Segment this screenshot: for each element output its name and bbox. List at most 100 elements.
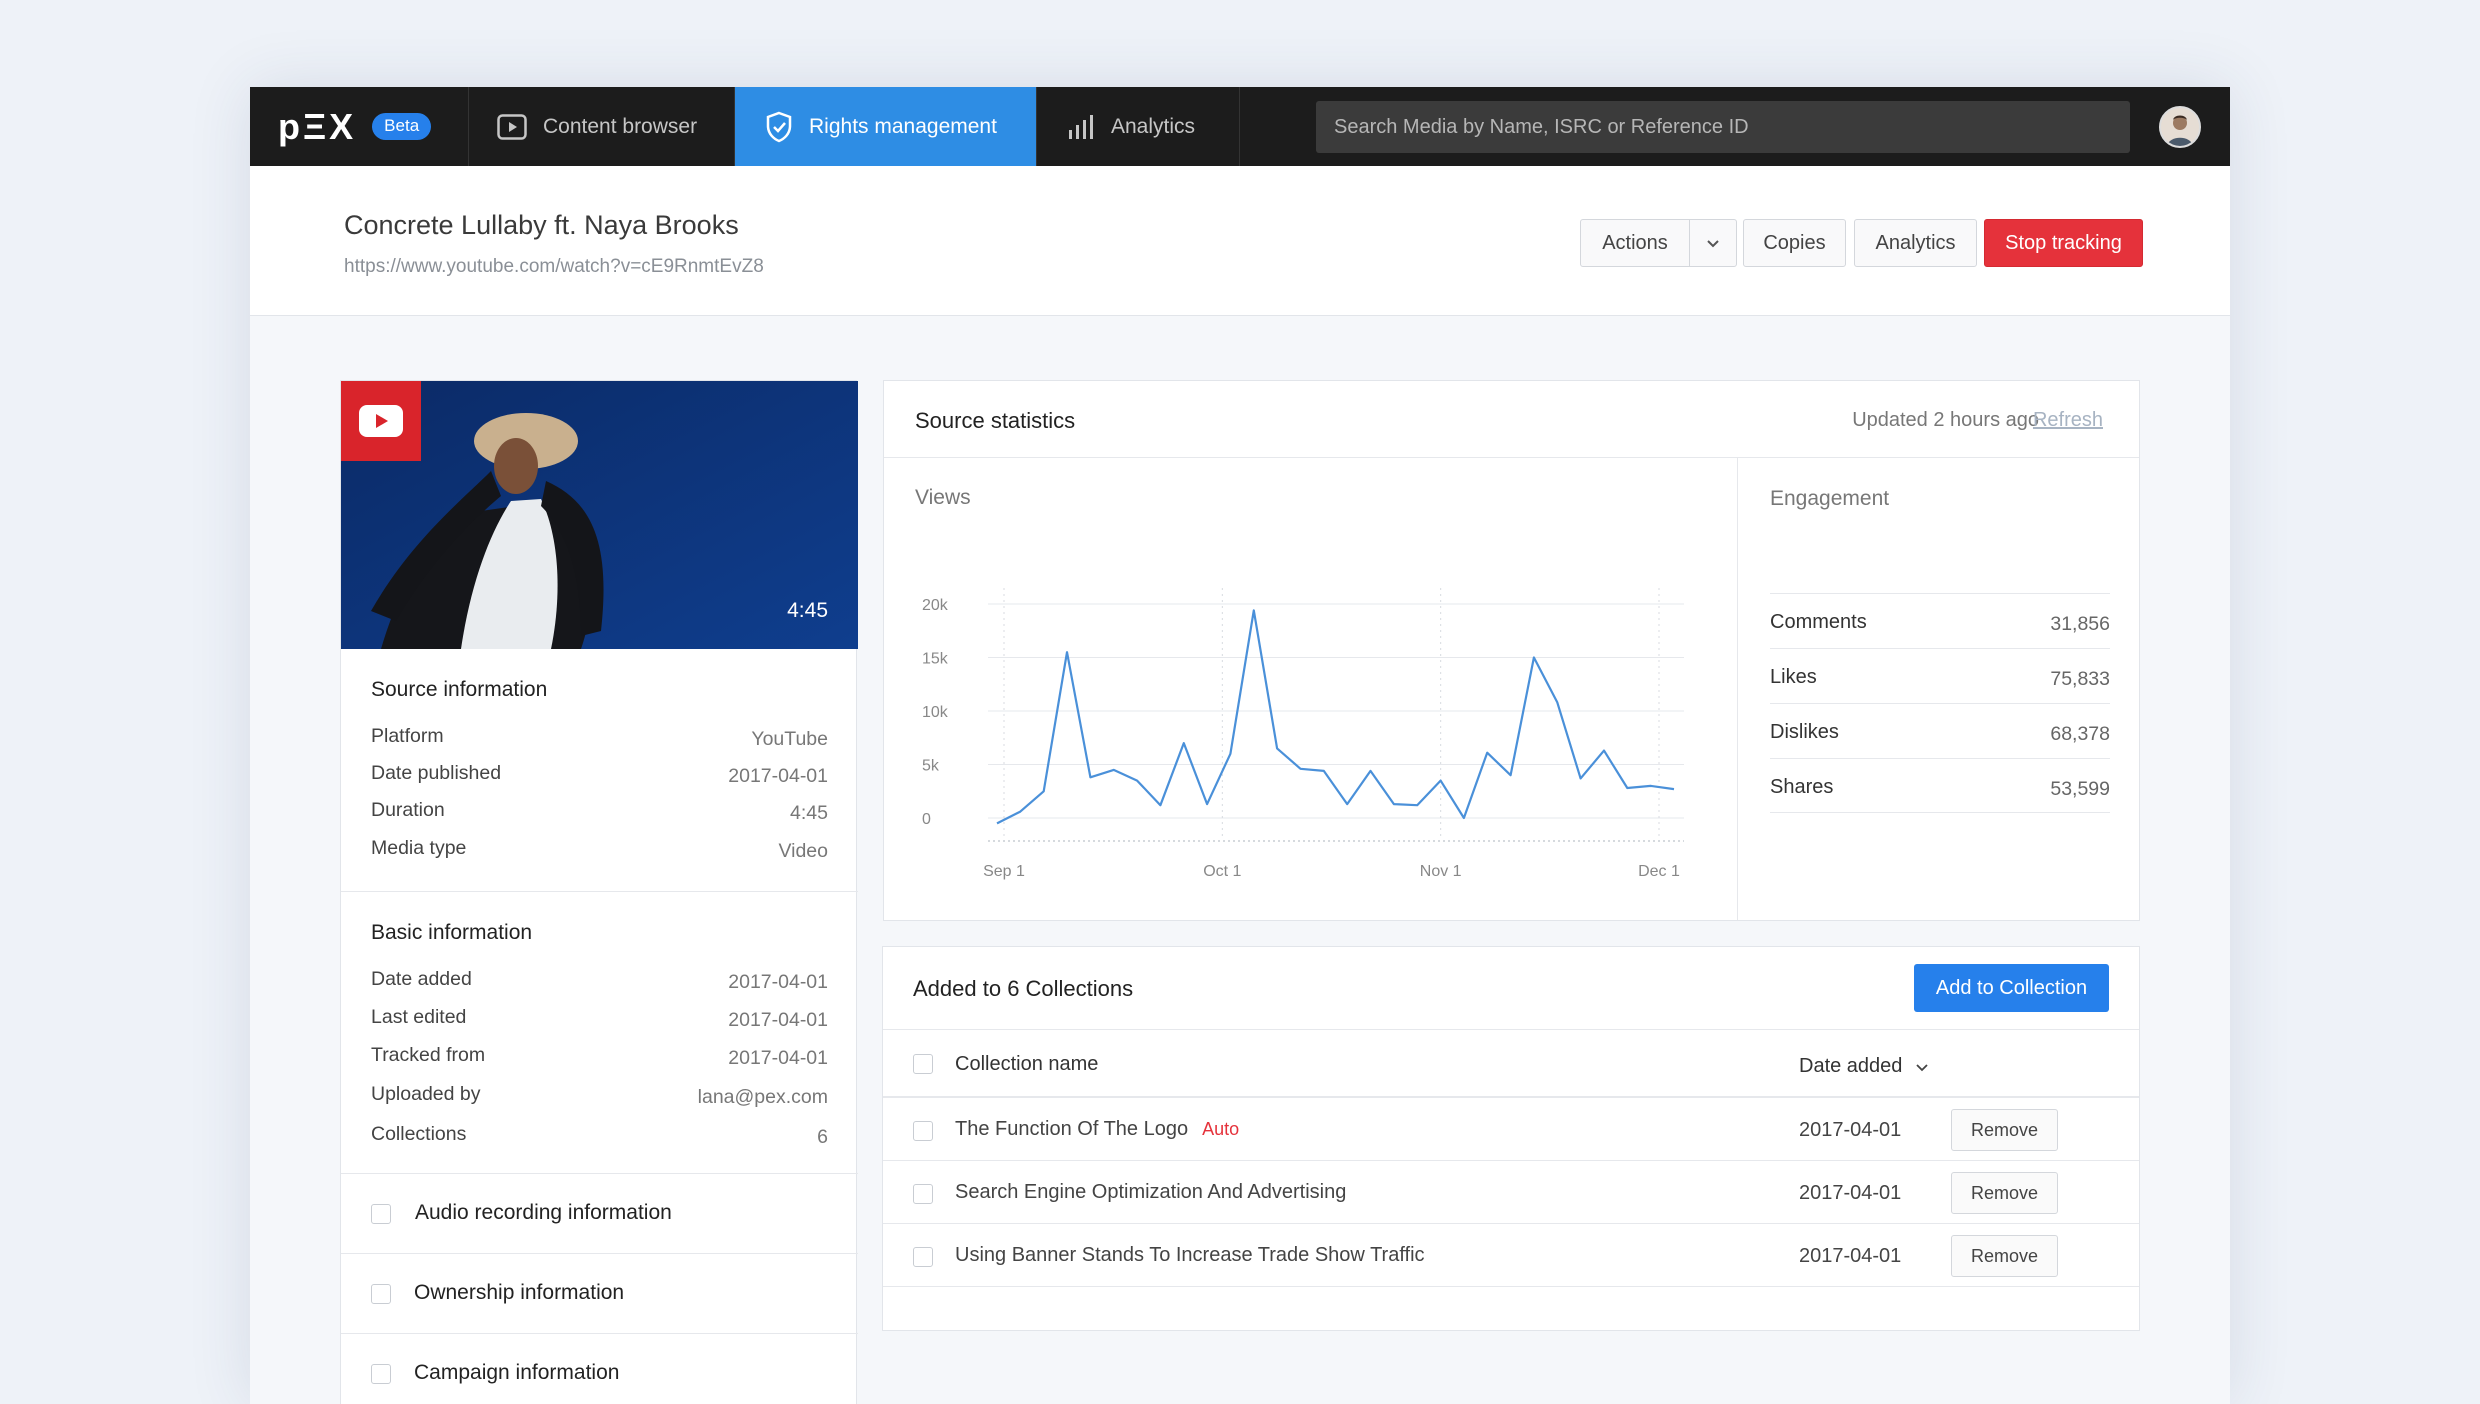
engagement-label: Likes xyxy=(1770,666,1817,688)
info-row-last-edited: Last edited 2017-04-01 xyxy=(371,1006,828,1031)
page-title: Concrete Lullaby ft. Naya Brooks xyxy=(344,210,739,240)
media-details-panel: 4:45 Source information Platform YouTube… xyxy=(340,380,858,1404)
info-label: Date added xyxy=(371,968,472,990)
top-nav: pΞX Beta Content browser Rights manageme… xyxy=(250,87,2230,166)
info-value: YouTube xyxy=(751,728,828,750)
checkbox[interactable] xyxy=(371,1204,391,1224)
engagement-value: 31,856 xyxy=(2050,613,2110,635)
audio-recording-information-toggle[interactable]: Audio recording information xyxy=(341,1173,858,1253)
campaign-information-toggle[interactable]: Campaign information xyxy=(341,1333,858,1404)
info-value: 2017-04-01 xyxy=(728,971,828,993)
video-thumbnail[interactable]: 4:45 xyxy=(341,381,858,649)
collection-date: 2017-04-01 xyxy=(1799,1245,1902,1267)
y-tick-label: 10k xyxy=(922,704,949,721)
tab-rights-management[interactable]: Rights management xyxy=(735,87,1037,166)
x-tick-label: Sep 1 xyxy=(983,863,1025,880)
info-label: Platform xyxy=(371,725,444,747)
tab-content-browser[interactable]: Content browser xyxy=(469,87,735,166)
remove-button[interactable]: Remove xyxy=(1951,1172,2058,1214)
collapsible-label: Audio recording information xyxy=(415,1201,672,1224)
engagement-label: Shares xyxy=(1770,776,1834,798)
actions-button[interactable]: Actions xyxy=(1580,219,1690,267)
info-label: Last edited xyxy=(371,1006,467,1028)
info-row-uploaded-by: Uploaded by lana@pex.com xyxy=(371,1083,828,1108)
collection-name[interactable]: Using Banner Stands To Increase Trade Sh… xyxy=(955,1244,1425,1267)
info-label: Duration xyxy=(371,799,445,821)
tab-analytics[interactable]: Analytics xyxy=(1037,87,1240,166)
source-url[interactable]: https://www.youtube.com/watch?v=cE9RnmtE… xyxy=(344,256,764,278)
card-title: Source statistics xyxy=(915,408,1076,433)
remove-button[interactable]: Remove xyxy=(1951,1109,2058,1151)
collection-name-text: Using Banner Stands To Increase Trade Sh… xyxy=(955,1244,1425,1266)
info-row-tracked-from: Tracked from 2017-04-01 xyxy=(371,1044,828,1069)
info-label: Media type xyxy=(371,837,467,859)
beta-badge: Beta xyxy=(372,113,432,140)
stop-tracking-button[interactable]: Stop tracking xyxy=(1984,219,2143,267)
engagement-row-shares: Shares 53,599 xyxy=(1770,758,2110,813)
user-avatar[interactable] xyxy=(2159,106,2201,148)
info-value: lana@pex.com xyxy=(697,1086,828,1108)
row-checkbox[interactable] xyxy=(913,1121,933,1141)
collection-name[interactable]: Search Engine Optimization And Advertisi… xyxy=(955,1181,1346,1204)
updated-text: Updated 2 hours ago xyxy=(1852,409,2039,431)
engagement-row-likes: Likes 75,833 xyxy=(1770,648,2110,703)
basic-information-section: Basic information Date added 2017-04-01 … xyxy=(341,891,858,1173)
search-input[interactable]: Search Media by Name, ISRC or Reference … xyxy=(1316,101,2130,153)
checkbox[interactable] xyxy=(371,1364,391,1384)
table-row: Search Engine Optimization And Advertisi… xyxy=(883,1161,2139,1224)
engagement-value: 68,378 xyxy=(2050,723,2110,745)
info-label: Tracked from xyxy=(371,1044,486,1066)
collection-date: 2017-04-01 xyxy=(1799,1182,1902,1204)
info-row-date-added: Date added 2017-04-01 xyxy=(371,968,828,993)
info-value: 2017-04-01 xyxy=(728,1047,828,1069)
youtube-icon xyxy=(341,381,421,461)
analytics-button[interactable]: Analytics xyxy=(1854,219,1977,267)
remove-button[interactable]: Remove xyxy=(1951,1235,2058,1277)
y-tick-label: 5k xyxy=(922,758,940,775)
info-value: 4:45 xyxy=(790,802,828,824)
views-line-chart: 0 5k 10k 15k 20k Sep 1 Oct 1 Nov 1 Dec 1 xyxy=(922,588,1684,880)
info-label: Uploaded by xyxy=(371,1083,481,1105)
y-tick-label: 15k xyxy=(922,651,949,668)
column-header-date[interactable]: Date added xyxy=(1799,1055,1928,1078)
card-header: Added to 6 Collections Add to Collection xyxy=(883,947,2139,1030)
copies-button[interactable]: Copies xyxy=(1743,219,1846,267)
collapsible-label: Campaign information xyxy=(414,1361,620,1384)
engagement-title: Engagement xyxy=(1770,487,1890,510)
shield-icon xyxy=(765,111,793,143)
source-statistics-card: Source statistics Updated 2 hours ago Re… xyxy=(883,380,2140,921)
row-checkbox[interactable] xyxy=(913,1247,933,1267)
tab-content-browser-label: Content browser xyxy=(543,114,698,138)
row-checkbox[interactable] xyxy=(913,1184,933,1204)
actions-dropdown-button[interactable] xyxy=(1689,219,1737,267)
column-header-date-label: Date added xyxy=(1799,1055,1903,1077)
info-value: 6 xyxy=(817,1126,828,1148)
ownership-information-toggle[interactable]: Ownership information xyxy=(341,1253,858,1333)
pex-logo[interactable]: pΞX xyxy=(278,106,356,148)
table-header: Collection name Date added xyxy=(883,1030,2139,1098)
engagement-value: 75,833 xyxy=(2050,668,2110,690)
info-row-collections: Collections 6 xyxy=(371,1123,828,1148)
info-row-platform: Platform YouTube xyxy=(371,725,828,750)
page-header: Concrete Lullaby ft. Naya Brooks https:/… xyxy=(250,166,2230,316)
checkbox[interactable] xyxy=(371,1284,391,1304)
auto-tag: Auto xyxy=(1202,1119,1240,1139)
section-title: Basic information xyxy=(371,921,533,944)
views-series-line xyxy=(996,609,1675,825)
collection-name[interactable]: The Function Of The Logo Auto xyxy=(955,1118,1239,1141)
card-title: Added to 6 Collections xyxy=(913,976,1134,1001)
engagement-label: Comments xyxy=(1770,611,1867,633)
chevron-down-icon xyxy=(1916,1055,1928,1078)
chevron-down-icon xyxy=(1706,232,1720,255)
video-duration: 4:45 xyxy=(787,599,828,622)
tab-rights-management-label: Rights management xyxy=(809,114,997,138)
table-row: Using Banner Stands To Increase Trade Sh… xyxy=(883,1224,2139,1287)
add-to-collection-button[interactable]: Add to Collection xyxy=(1914,964,2109,1012)
select-all-checkbox[interactable] xyxy=(913,1054,933,1074)
refresh-link[interactable]: Refresh xyxy=(2033,409,2103,432)
column-header-name[interactable]: Collection name xyxy=(955,1053,1098,1076)
y-tick-label: 20k xyxy=(922,597,949,614)
x-tick-label: Nov 1 xyxy=(1420,863,1462,880)
tab-analytics-label: Analytics xyxy=(1111,114,1196,138)
brand: pΞX Beta xyxy=(250,87,469,166)
